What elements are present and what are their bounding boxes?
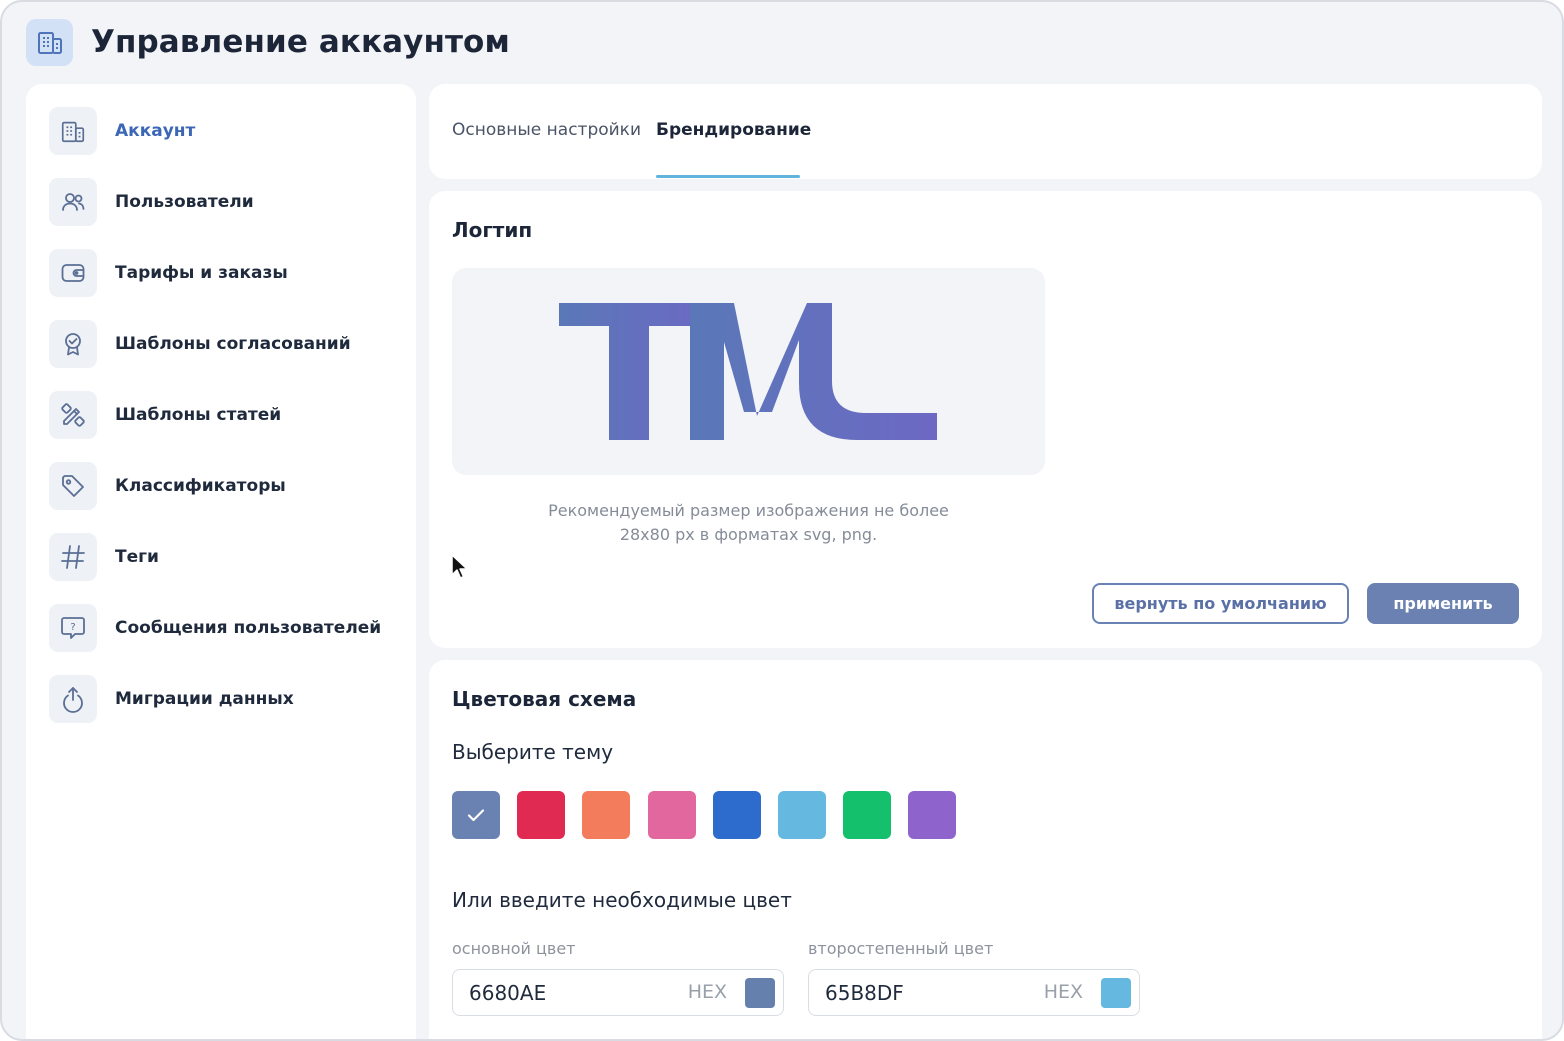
wallet-icon [49, 249, 97, 297]
upload-icon [49, 675, 97, 723]
theme-label: Выберите тему [452, 740, 614, 764]
custom-color-label: Или введите необходимые цвет [452, 888, 792, 912]
hash-icon [49, 533, 97, 581]
tag-icon [49, 462, 97, 510]
sidebar-item-data-migrations[interactable]: Миграции данных [49, 675, 294, 723]
theme-swatch[interactable] [908, 791, 957, 839]
page-title: Управление аккаунтом [91, 24, 510, 60]
svg-text:?: ? [70, 622, 75, 633]
page-header: Управление аккаунтом [26, 18, 510, 66]
logo-section-title: Логтип [452, 218, 533, 242]
sidebar-item-label: Тарифы и заказы [115, 263, 288, 283]
tabs-bar: Основные настройки Брендирование [429, 84, 1542, 179]
color-section-title: Цветовая схема [452, 687, 637, 711]
sidebar-item-label: Теги [115, 547, 159, 567]
sidebar-item-tariffs[interactable]: Тарифы и заказы [49, 249, 288, 297]
sidebar-item-user-messages[interactable]: ? Сообщения пользователей [49, 604, 381, 652]
building-icon [26, 18, 73, 66]
sidebar-item-article-templates[interactable]: Шаблоны статей [49, 391, 281, 439]
logo-image [559, 303, 937, 440]
theme-swatch[interactable] [778, 791, 826, 839]
theme-swatch[interactable] [517, 791, 566, 839]
primary-color-label: основной цвет [452, 939, 576, 958]
hint-line-1: Рекомендуемый размер изображения не боле… [548, 501, 949, 520]
tools-icon [49, 391, 97, 439]
sidebar-item-users[interactable]: Пользователи [49, 178, 254, 226]
sidebar-item-label: Классификаторы [115, 476, 286, 496]
tab-branding[interactable]: Брендирование [656, 120, 811, 140]
theme-swatch[interactable] [843, 791, 892, 839]
hint-line-2: 28x80 px в форматах svg, png. [619, 525, 878, 544]
active-tab-indicator [656, 175, 800, 178]
theme-swatch[interactable] [452, 791, 500, 839]
logo-size-hint: Рекомендуемый размер изображения не боле… [452, 499, 1045, 547]
sidebar-item-label: Шаблоны статей [115, 405, 282, 425]
sidebar-item-classifiers[interactable]: Классификаторы [49, 462, 286, 510]
sidebar-item-approval-templates[interactable]: Шаблоны согласований [49, 320, 351, 368]
sidebar-item-label: Аккаунт [115, 121, 196, 141]
sidebar-item-label: Пользователи [115, 192, 254, 212]
color-scheme-section: Цветовая схема Выберите тему Или введите… [429, 660, 1542, 1039]
users-icon [49, 178, 97, 226]
sidebar: Аккаунт Пользователи Тарифы и заказы Шаб… [26, 84, 416, 1039]
logo-section: Логтип Рекомендуемый размер изображения … [429, 191, 1542, 648]
sidebar-item-tags[interactable]: Теги [49, 533, 159, 581]
primary-hex-unit: HEX [687, 981, 727, 1003]
sidebar-item-label: Сообщения пользователей [115, 618, 382, 638]
theme-swatch[interactable] [582, 791, 631, 839]
secondary-color-input[interactable] [825, 979, 1025, 1007]
secondary-color-field[interactable]: HEX [808, 969, 1140, 1016]
secondary-color-label: второстепенный цвет [808, 939, 994, 958]
primary-color-preview [745, 978, 775, 1008]
sidebar-item-account[interactable]: Аккаунт [49, 107, 195, 155]
logo-preview[interactable] [452, 268, 1045, 475]
theme-swatch[interactable] [712, 791, 761, 839]
check-icon [467, 809, 485, 822]
primary-color-field[interactable]: HEX [452, 969, 784, 1016]
building-icon [49, 107, 97, 155]
sidebar-item-label: Миграции данных [115, 689, 294, 709]
mouse-cursor-icon [451, 554, 468, 579]
tab-main-settings[interactable]: Основные настройки [452, 120, 641, 140]
reset-default-button[interactable]: вернуть по умолчанию [1092, 583, 1349, 624]
sidebar-item-label: Шаблоны согласований [115, 334, 351, 354]
app-window: Управление аккаунтом Аккаунт Пользовател… [0, 0, 1564, 1041]
secondary-color-preview [1101, 978, 1131, 1008]
primary-color-input[interactable] [469, 979, 669, 1007]
secondary-hex-unit: HEX [1043, 981, 1083, 1003]
theme-swatch[interactable] [647, 791, 696, 839]
apply-button[interactable]: применить [1367, 583, 1519, 624]
message-question-icon: ? [49, 604, 97, 652]
award-icon [49, 320, 97, 368]
